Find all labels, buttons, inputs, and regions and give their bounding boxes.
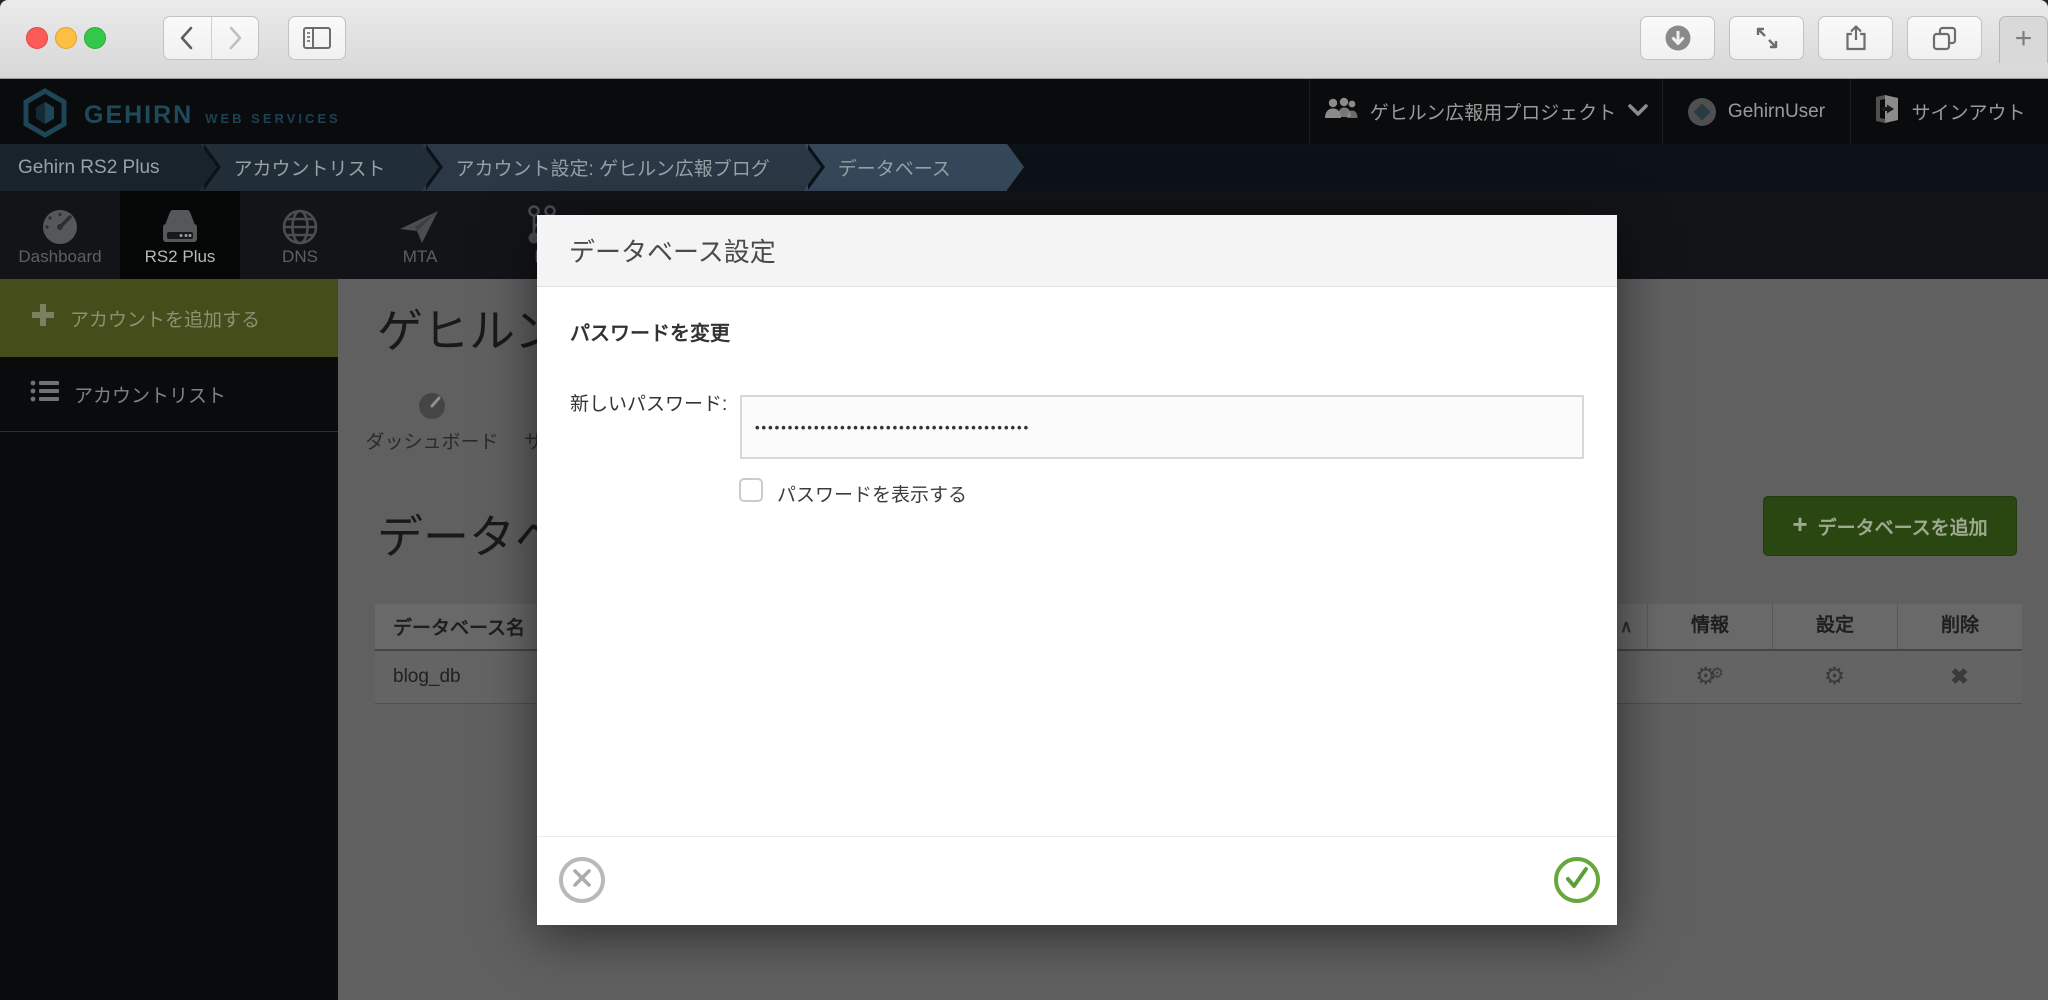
nav-item-rs2plus[interactable]: RS2 Plus bbox=[120, 191, 240, 279]
database-settings-modal: データベース設定 パスワードを変更 新しいパスワード: ••••••••••••… bbox=[537, 215, 1617, 925]
masked-password-value: ••••••••••••••••••••••••••••••••••••••••… bbox=[755, 419, 1031, 435]
nav-item-dns[interactable]: DNS bbox=[240, 191, 360, 279]
paper-plane-icon bbox=[360, 203, 480, 247]
nav-item-dashboard[interactable]: Dashboard bbox=[0, 191, 120, 279]
forward-button[interactable] bbox=[212, 17, 259, 59]
hexagon-logo-icon bbox=[20, 88, 70, 143]
user-menu[interactable]: GehirnUser bbox=[1662, 79, 1850, 144]
modal-body: パスワードを変更 新しいパスワード: •••••••••••••••••••••… bbox=[537, 287, 1617, 836]
chevron-down-icon bbox=[1628, 101, 1649, 123]
tab-overview-icon bbox=[1931, 25, 1958, 52]
back-chevron-icon bbox=[177, 24, 197, 52]
new-password-label: 新しいパスワード: bbox=[570, 394, 728, 415]
plus-icon: + bbox=[1792, 509, 1808, 539]
close-window-button[interactable] bbox=[26, 27, 48, 49]
new-password-input[interactable]: ••••••••••••••••••••••••••••••••••••••••… bbox=[740, 395, 1584, 459]
brand-suffix: WEB SERVICES bbox=[205, 110, 341, 126]
project-menu-label: ゲヒルン広報用プロジェクト bbox=[1369, 103, 1617, 124]
fullscreen-button[interactable] bbox=[1729, 16, 1804, 60]
gauge-icon bbox=[0, 203, 120, 247]
forward-chevron-icon bbox=[225, 24, 245, 52]
zoom-window-button[interactable] bbox=[84, 27, 106, 49]
show-password-label: パスワードを表示する bbox=[777, 485, 968, 506]
breadcrumb-item-rs2plus[interactable]: Gehirn RS2 Plus bbox=[0, 144, 220, 191]
minimize-window-button[interactable] bbox=[55, 27, 77, 49]
brand-name: GEHIRN bbox=[84, 101, 194, 129]
signout-label: サインアウト bbox=[1911, 103, 2026, 124]
breadcrumb-item-account-settings[interactable]: アカウント設定: ゲヒルン広報ブログ bbox=[421, 144, 825, 191]
delete-x-icon[interactable]: ✖ bbox=[1897, 664, 2022, 690]
change-password-heading: パスワードを変更 bbox=[570, 323, 730, 345]
signout-button[interactable]: サインアウト bbox=[1850, 79, 2048, 144]
breadcrumb: Gehirn RS2 Plus アカウントリスト アカウント設定: ゲヒルン広報… bbox=[0, 144, 2048, 191]
info-gears-icon[interactable]: ⚙⚙ bbox=[1647, 664, 1772, 690]
project-menu[interactable]: ゲヒルン広報用プロジェクト bbox=[1309, 79, 1662, 144]
confirm-check-icon bbox=[1564, 866, 1590, 895]
breadcrumb-item-account-list[interactable]: アカウントリスト bbox=[199, 144, 443, 191]
people-icon bbox=[1324, 96, 1358, 128]
back-button[interactable] bbox=[164, 17, 212, 59]
browser-window: + GEHIRN WEB SERVICES ゲヒルン広報用プロジェクト Gehi… bbox=[0, 0, 2048, 1000]
sidebar: アカウントを追加する アカウントリスト bbox=[0, 279, 338, 1000]
downloads-button[interactable] bbox=[1640, 16, 1715, 60]
tab-dashboard[interactable]: ダッシュボード bbox=[352, 391, 512, 454]
header-actions: ゲヒルン広報用プロジェクト GehirnUser サインアウト bbox=[1309, 79, 2048, 144]
browser-toolbar: + bbox=[0, 0, 2048, 79]
download-icon bbox=[1664, 24, 1692, 52]
confirm-button[interactable] bbox=[1554, 857, 1600, 903]
nav-item-mta[interactable]: MTA bbox=[360, 191, 480, 279]
avatar-diamond-icon bbox=[1693, 103, 1711, 120]
fullscreen-arrows-icon bbox=[1754, 25, 1780, 51]
database-section-title: データベ bbox=[377, 511, 561, 563]
share-icon bbox=[1843, 24, 1869, 52]
cancel-x-icon bbox=[571, 867, 593, 894]
column-header-info: 情報 bbox=[1647, 604, 1772, 649]
sidebar-item-account-list[interactable]: アカウントリスト bbox=[0, 357, 338, 432]
column-header-settings: 設定 bbox=[1772, 604, 1897, 649]
new-tab-button[interactable]: + bbox=[1999, 16, 2048, 63]
settings-gear-icon[interactable]: ⚙ bbox=[1772, 664, 1897, 690]
sidebar-panel-icon bbox=[302, 25, 332, 51]
signout-door-icon bbox=[1873, 94, 1899, 130]
app-header: GEHIRN WEB SERVICES ゲヒルン広報用プロジェクト Gehirn… bbox=[0, 79, 2048, 144]
list-icon bbox=[30, 379, 60, 409]
avatar bbox=[1687, 97, 1716, 126]
modal-footer bbox=[537, 836, 1617, 925]
show-password-checkbox[interactable] bbox=[739, 478, 763, 502]
server-icon bbox=[120, 203, 240, 247]
account-title: ゲヒルン bbox=[377, 305, 561, 357]
modal-title: データベース設定 bbox=[569, 237, 776, 267]
user-name: GehirnUser bbox=[1727, 100, 1826, 122]
sidebar-item-add-account[interactable]: アカウントを追加する bbox=[0, 279, 338, 357]
cancel-button[interactable] bbox=[559, 857, 605, 903]
modal-header: データベース設定 bbox=[537, 215, 1617, 287]
plus-icon: + bbox=[2014, 22, 2033, 55]
sidebar-toggle-button[interactable] bbox=[288, 16, 346, 60]
history-nav-group bbox=[163, 16, 259, 60]
globe-icon bbox=[240, 203, 360, 247]
add-database-button[interactable]: + データベースを追加 bbox=[1763, 496, 2017, 556]
share-button[interactable] bbox=[1818, 16, 1893, 60]
plus-icon bbox=[30, 302, 56, 334]
column-header-delete: 削除 bbox=[1897, 604, 2022, 649]
breadcrumb-item-database[interactable]: データベース bbox=[803, 144, 1028, 191]
gauge-icon bbox=[352, 391, 512, 421]
tab-overview-button[interactable] bbox=[1907, 16, 1982, 60]
sort-caret-icon[interactable]: ∧ bbox=[1620, 617, 1647, 637]
gehirn-logo[interactable]: GEHIRN WEB SERVICES bbox=[20, 88, 341, 143]
